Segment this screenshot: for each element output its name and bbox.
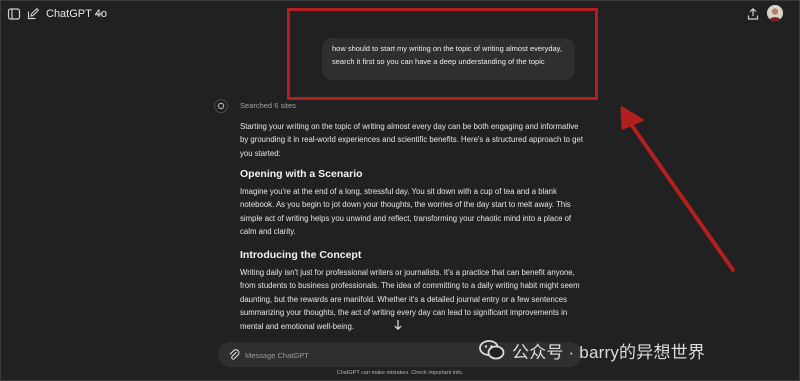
response-intro: Starting your writing on the topic of wr… — [240, 122, 584, 158]
section-heading-scenario: Opening with a Scenario — [240, 168, 363, 180]
avatar-image — [767, 5, 783, 21]
scroll-down-icon[interactable] — [391, 318, 405, 332]
section-text-concept: Writing daily isn't just for professiona… — [240, 268, 580, 331]
message-input[interactable] — [243, 344, 467, 366]
wechat-logo-icon — [479, 340, 505, 360]
annotation-highlight-box — [287, 8, 598, 100]
chatgpt-logo-icon — [214, 99, 228, 113]
share-icon[interactable] — [746, 7, 760, 21]
watermark-text: 公众号 · barry的异想世界 — [512, 342, 706, 362]
paperclip-icon[interactable] — [228, 348, 240, 361]
section-heading-concept: Introducing the Concept — [240, 249, 362, 261]
disclaimer-text: ChatGPT can make mistakes. Check importa… — [336, 370, 464, 376]
new-chat-icon[interactable] — [26, 7, 40, 21]
watermark: 公众号 · barry的异想世界 — [478, 338, 705, 362]
search-status[interactable]: Searched 6 sites — [240, 101, 296, 110]
chevron-down-icon[interactable] — [94, 9, 104, 19]
section-text-scenario: Imagine you're at the end of a long, str… — [240, 187, 572, 237]
sidebar-toggle-icon[interactable] — [7, 7, 21, 21]
user-avatar[interactable] — [767, 5, 783, 21]
